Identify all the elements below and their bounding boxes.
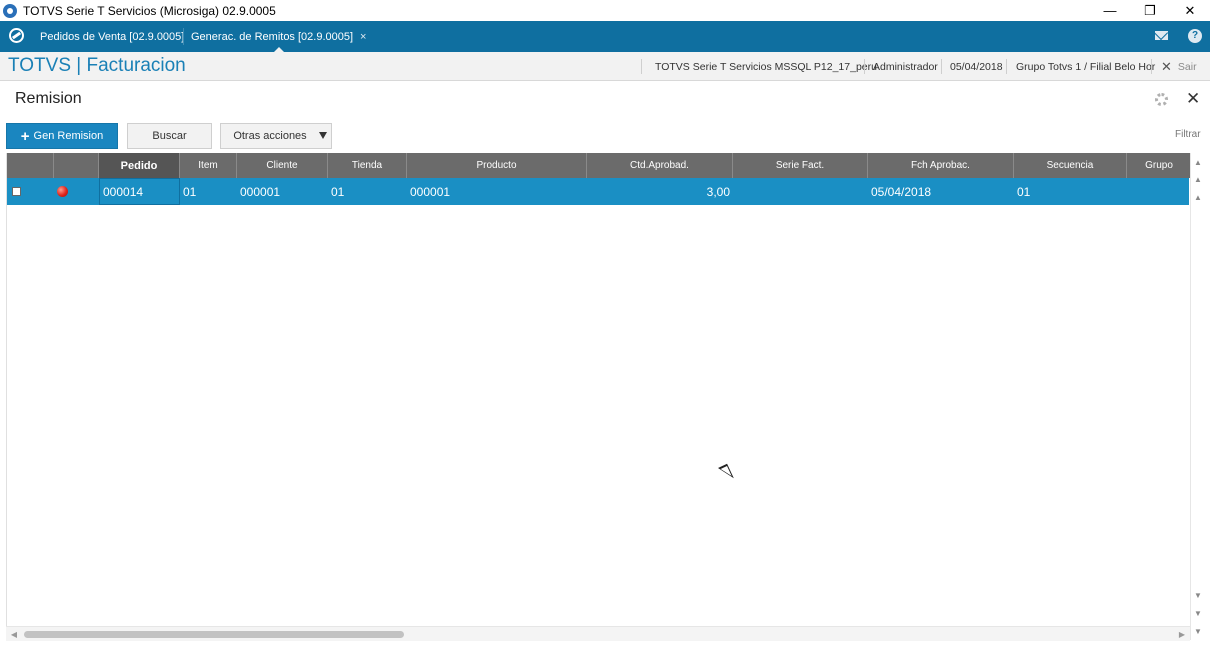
tab-label: Generac. de Remitos [02.9.0005]	[191, 30, 354, 43]
horizontal-scroll-thumb[interactable]	[24, 631, 404, 638]
exit-button[interactable]: ✕ Sair	[1161, 52, 1197, 81]
home-icon[interactable]	[9, 28, 24, 43]
title-bar: TOTVS Serie T Servicios (Microsiga) 02.9…	[0, 0, 1210, 21]
cell-pedido[interactable]: 000014	[99, 178, 180, 205]
cell-item[interactable]: 01	[180, 178, 237, 205]
gen-remision-button[interactable]: + Gen Remision	[6, 123, 118, 149]
plus-icon: +	[20, 127, 30, 145]
header-separator	[1151, 59, 1152, 74]
grid-header: Pedido Item Cliente Tienda Producto Ctd.…	[7, 153, 1191, 178]
row-checkbox[interactable]	[12, 187, 21, 196]
header-separator	[864, 59, 865, 74]
chevron-down-icon	[319, 132, 327, 139]
mail-icon[interactable]	[1155, 31, 1168, 40]
cell-fch-aprobac[interactable]: 05/04/2018	[868, 178, 1014, 205]
tab-pedidos-de-venta[interactable]: Pedidos de Venta [02.9.0005] ×	[40, 21, 198, 52]
horizontal-scrollbar[interactable]: ◀ ▶	[6, 626, 1190, 641]
scroll-right-icon[interactable]: ▶	[1176, 627, 1188, 642]
table-row[interactable]: 000014 01 000001 01 000001 3,00 05/04/20…	[7, 178, 1189, 205]
minimize-button[interactable]: —	[1090, 0, 1130, 21]
app-window: TOTVS Serie T Servicios (Microsiga) 02.9…	[0, 0, 1210, 645]
page-title: Remision	[15, 90, 82, 107]
tab-separator	[183, 28, 184, 45]
close-page-icon[interactable]: ✕	[1186, 89, 1200, 109]
column-header-fch-aprobac[interactable]: Fch Aprobac.	[868, 153, 1014, 178]
module-header: TOTVS | Facturacion TOTVS Serie T Servic…	[0, 52, 1210, 81]
totvs-app-icon	[3, 3, 17, 18]
column-header-producto[interactable]: Producto	[407, 153, 587, 178]
otras-acciones-label: Otras acciones	[233, 130, 307, 142]
scroll-page-up-icon[interactable]: ▲	[1191, 173, 1205, 187]
user-label: Administrador	[873, 60, 938, 73]
environment-label: TOTVS Serie T Servicios MSSQL P12_17_per…	[655, 60, 877, 73]
cell-producto[interactable]: 000001	[407, 178, 587, 205]
scroll-top-icon[interactable]: ▲	[1191, 156, 1205, 170]
cell-cliente[interactable]: 000001	[237, 178, 328, 205]
column-header-grupo[interactable]: Grupo	[1127, 153, 1191, 178]
exit-label: Sair	[1177, 60, 1197, 73]
column-header-select[interactable]	[7, 153, 54, 178]
data-grid: Pedido Item Cliente Tienda Producto Ctd.…	[6, 153, 1191, 626]
column-header-pedido[interactable]: Pedido	[99, 153, 180, 178]
scroll-up-icon[interactable]: ▲	[1191, 191, 1205, 205]
column-header-status[interactable]	[54, 153, 99, 178]
column-header-tienda[interactable]: Tienda	[328, 153, 407, 178]
column-header-serie-fact[interactable]: Serie Fact.	[733, 153, 868, 178]
filtrar-link[interactable]: Filtrar	[1175, 129, 1201, 140]
restore-button[interactable]: ❐	[1130, 0, 1170, 21]
cell-ctd-aprobad[interactable]: 3,00	[587, 178, 733, 205]
header-separator	[641, 59, 642, 74]
column-header-cliente[interactable]: Cliente	[237, 153, 328, 178]
tab-bar: Pedidos de Venta [02.9.0005] × Generac. …	[0, 21, 1210, 52]
branch-label: Grupo Totvs 1 / Filial Belo Hor	[1016, 60, 1156, 73]
header-separator	[1006, 59, 1007, 74]
help-icon[interactable]: ?	[1188, 29, 1202, 43]
column-header-item[interactable]: Item	[180, 153, 237, 178]
date-label: 05/04/2018	[950, 60, 1003, 73]
tab-close-icon[interactable]: ×	[360, 31, 366, 43]
otras-acciones-button[interactable]: Otras acciones	[220, 123, 332, 149]
window-title: TOTVS Serie T Servicios (Microsiga) 02.9…	[23, 3, 276, 18]
gen-remision-label: Gen Remision	[33, 130, 104, 142]
buscar-button[interactable]: Buscar	[127, 123, 212, 149]
header-separator	[941, 59, 942, 74]
scroll-bottom-icon[interactable]: ▼	[1191, 625, 1205, 639]
vertical-scrollbar[interactable]: ▲ ▲ ▲ ▼ ▼ ▼	[1190, 153, 1204, 640]
exit-icon: ✕	[1161, 58, 1172, 74]
close-window-button[interactable]: ✕	[1170, 0, 1210, 21]
column-header-secuencia[interactable]: Secuencia	[1014, 153, 1127, 178]
tab-generac-de-remitos[interactable]: Generac. de Remitos [02.9.0005] ×	[186, 21, 372, 52]
module-brand: TOTVS | Facturacion	[8, 55, 186, 76]
tab-label: Pedidos de Venta [02.9.0005]	[40, 30, 185, 43]
gear-icon[interactable]	[1155, 93, 1168, 106]
cell-secuencia[interactable]: 01	[1014, 178, 1127, 205]
cell-serie-fact[interactable]	[733, 178, 868, 205]
window-controls: — ❐ ✕	[1090, 0, 1210, 21]
cell-grupo[interactable]	[1127, 178, 1189, 205]
column-header-ctd-aprobad[interactable]: Ctd.Aprobad.	[587, 153, 733, 178]
cell-tienda[interactable]: 01	[328, 178, 407, 205]
scroll-down-icon[interactable]: ▼	[1191, 589, 1205, 603]
scroll-page-down-icon[interactable]: ▼	[1191, 607, 1205, 621]
buscar-label: Buscar	[152, 130, 187, 142]
status-red-icon	[57, 186, 68, 197]
scroll-left-icon[interactable]: ◀	[8, 627, 20, 642]
